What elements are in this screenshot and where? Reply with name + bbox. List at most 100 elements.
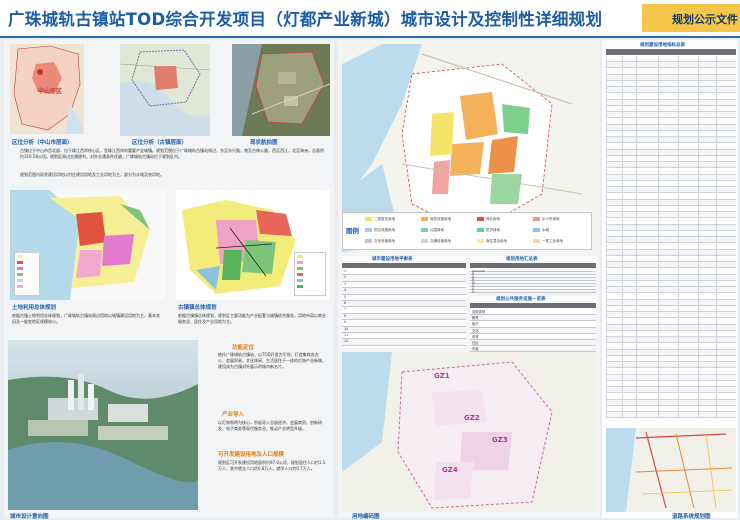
- master-plan-paragraph: 依据古镇镇总体规划，规划区主要功能为产业配套与城镇综合服务，用地布局以商业服务业…: [178, 313, 326, 325]
- table-row: [606, 206, 736, 213]
- table-row: [606, 118, 736, 125]
- indicator-table-header: [606, 49, 736, 55]
- table-row: [606, 281, 736, 288]
- table-row: [606, 212, 736, 219]
- page-title: 广珠城轨古镇站TOD综合开发项目（灯都产业新城）城市设计及控制性详细规划: [8, 10, 603, 29]
- table-cell: 体育: [472, 334, 479, 339]
- map3-caption: 现状航拍图: [250, 140, 278, 146]
- legend-label: 商业用地: [486, 217, 500, 221]
- legend-label: 二类居住用地: [374, 217, 395, 221]
- table-row: [606, 106, 736, 113]
- table1: 城市建设用地平衡表 1 2 3 4 5 6 7 8 9 10 11 12: [342, 256, 466, 348]
- table-cell: 6: [344, 301, 347, 305]
- aerial-photo-graphic: [232, 44, 330, 136]
- legend-label: 防护绿地: [486, 228, 500, 232]
- zoning-code-map: GZ1 GZ2 GZ3 GZ4: [342, 352, 596, 512]
- legend-title: 图例: [346, 227, 359, 235]
- landuse-paragraph: 依据古镇土地利用总体规划，广珠城轨古镇站周边用地以城镇建设用地为主，基本农田及一…: [12, 313, 160, 325]
- table-row: [606, 149, 736, 156]
- table-row: [606, 87, 736, 94]
- table-row: [606, 162, 736, 169]
- table-cell: 教育: [472, 316, 479, 321]
- table-row: [606, 274, 736, 281]
- table-row: [606, 299, 736, 306]
- positioning-heading: 功能定位: [232, 345, 255, 351]
- road-system-graphic: [606, 428, 736, 512]
- industry-paragraph: 以灯饰照明为核心，积极导入总部经济、会展商贸、创新研发、电子商务等现代服务业，推…: [218, 420, 322, 432]
- legend-swatch: [477, 217, 484, 221]
- table-row: [606, 318, 736, 325]
- table-row: [606, 156, 736, 163]
- legend-label: 商务设施用地: [430, 217, 451, 221]
- table-row: [606, 168, 736, 175]
- zone-label: GZ2: [464, 414, 480, 422]
- table-row: [606, 268, 736, 275]
- status-badge: 规划公示文件: [642, 4, 740, 32]
- zone-label: GZ3: [492, 436, 508, 444]
- table-cell: 社区: [472, 341, 479, 345]
- legend-swatch: [533, 228, 540, 232]
- legend-swatch: [365, 228, 372, 232]
- table-row: [606, 81, 736, 88]
- table-cell: 3: [344, 281, 347, 286]
- table-row: [606, 406, 736, 413]
- zoning-code-graphic: [342, 352, 596, 512]
- table-row: [606, 137, 736, 144]
- table-row: [606, 243, 736, 250]
- table-row: [606, 131, 736, 138]
- legend-swatch: [421, 239, 428, 243]
- landuse-plan-map: [10, 190, 165, 300]
- master-plan-map: [176, 190, 330, 300]
- table-row: [606, 249, 736, 256]
- table-row: [606, 174, 736, 181]
- legend-box: 图例 二类居住用地 商务设施用地 商业用地 中小学用地 供应设施用地 公园绿地 防护绿地 水域…: [342, 212, 592, 250]
- table-cell: G: [472, 290, 475, 294]
- table-row: [606, 99, 736, 106]
- table2: 规划用地汇总表 用地代码RABMSUG: [470, 256, 596, 294]
- legend-swatch: [365, 239, 372, 243]
- table-row: [606, 362, 736, 369]
- table2-header: [470, 263, 596, 268]
- master-plan-legend: [294, 252, 326, 296]
- table-row: [606, 287, 736, 294]
- zone-label: GZ1: [434, 372, 450, 380]
- indicator-table-title: 规划建设用地指标总表: [640, 43, 685, 48]
- landuse-caption: 土地利用总体规划: [12, 305, 57, 311]
- table-cell: 医疗: [472, 322, 479, 327]
- indicator-table: [606, 49, 736, 421]
- table-cell: 12: [344, 339, 349, 344]
- legend-label: 公园绿地: [430, 228, 444, 232]
- population-heading: 可开发建设用地及人口规模: [218, 452, 285, 458]
- table-cell: 5: [344, 294, 347, 299]
- table-row: 12: [342, 339, 466, 346]
- legend-swatch: [365, 217, 372, 221]
- table-row: [606, 374, 736, 381]
- table3-header: [470, 303, 596, 308]
- legend-label: 一类工业用地: [542, 239, 563, 243]
- urban-design-rendering: [8, 340, 198, 510]
- table-row: [606, 56, 736, 63]
- table-row: [606, 181, 736, 188]
- badge-label: 规划公示文件: [672, 13, 738, 26]
- table-row: [606, 381, 736, 388]
- table-row: [606, 62, 736, 69]
- table-row: [606, 143, 736, 150]
- intro-paragraph-1: 古镇位于中山市西北部，位于珠江西岸核心区，是珠江西岸的重要产业城镇。规划范围位于…: [20, 148, 324, 160]
- legend-swatch: [533, 217, 540, 221]
- legend-swatch: [421, 228, 428, 232]
- table-row: [606, 387, 736, 394]
- table-row: [606, 224, 736, 231]
- table-row: [606, 231, 736, 238]
- legend-label: 文化设施用地: [374, 239, 395, 243]
- table3: 规划公共服务设施一览表 设施类别 教育 医疗 文化 体育 社区 市政: [470, 296, 596, 353]
- legend-label: 商住混合用地: [486, 239, 507, 243]
- table-cell: 9: [344, 320, 347, 325]
- table-row: [606, 412, 736, 419]
- positioning-paragraph: 依托广珠城轨古镇站，以TOD开发为引领，打造集商务办公、会展贸易、文化休闲、生活…: [218, 352, 326, 370]
- table-row: [606, 306, 736, 313]
- table1-header: [342, 263, 466, 268]
- table-row: [606, 399, 736, 406]
- legend-label: 交通设施用地: [430, 239, 451, 243]
- table-cell: 1: [344, 269, 347, 273]
- zone-label: GZ4: [442, 466, 458, 474]
